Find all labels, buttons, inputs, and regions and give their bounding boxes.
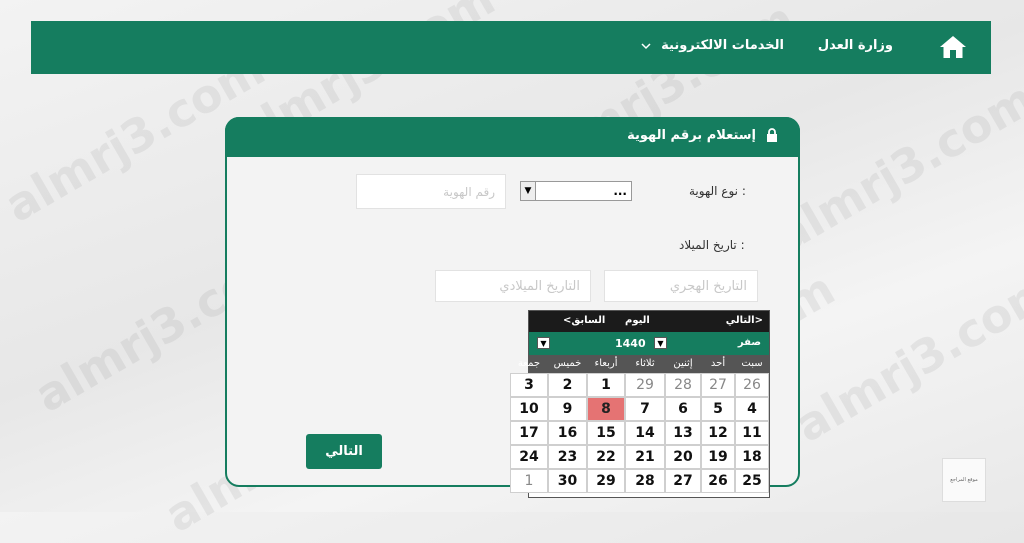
nav-link-ministry[interactable]: وزارة العدل: [818, 38, 893, 53]
calendar-day-cell[interactable]: 1: [510, 469, 548, 493]
calendar-day-cell[interactable]: 11: [735, 421, 769, 445]
calendar-day-cell[interactable]: 21: [625, 445, 665, 469]
weekday-header: سبت أحد إثنين ثلاثاء أربعاء خميس جمعة: [518, 355, 769, 373]
hijri-calendar-popup: التالي> اليوم <السابق ▼ صفر ▼ 1440 سبت أح…: [510, 310, 770, 498]
calendar-day-cell[interactable]: 30: [548, 469, 587, 493]
calendar-day-cell[interactable]: 5: [701, 397, 735, 421]
calendar-day-cell[interactable]: 17: [510, 421, 548, 445]
month-dropdown-arrow-icon[interactable]: ▼: [537, 337, 550, 349]
calendar-day-cell[interactable]: 10: [510, 397, 548, 421]
id-type-label: نوع الهوية :: [689, 184, 746, 198]
calendar-day-cell[interactable]: 16: [548, 421, 587, 445]
calendar-day-cell[interactable]: 19: [701, 445, 735, 469]
calendar-day-cell[interactable]: 28: [665, 373, 701, 397]
id-number-input[interactable]: رقم الهوية: [356, 174, 506, 209]
calendar-day-cell[interactable]: 13: [665, 421, 701, 445]
year-select[interactable]: 1440: [615, 337, 646, 350]
dropdown-arrow-icon[interactable]: ▼: [521, 182, 536, 200]
card-title: إستعلام برقم الهوية: [627, 128, 756, 143]
calendar-day-cell[interactable]: 27: [665, 469, 701, 493]
calendar-day-cell[interactable]: 22: [587, 445, 625, 469]
weekday-label: أحد: [710, 358, 726, 369]
calendar-day-cell[interactable]: 20: [665, 445, 701, 469]
calendar-day-cell[interactable]: 12: [701, 421, 735, 445]
home-icon[interactable]: [939, 34, 967, 60]
weekday-label: إثنين: [673, 358, 693, 369]
page: almrj3.com almrj3.com almrj3.com almrj3.…: [0, 0, 1024, 543]
nav-menu-e-services[interactable]: الخدمات الالكترونية: [661, 38, 784, 53]
calendar-day-cell[interactable]: 9: [548, 397, 587, 421]
calendar-next-link[interactable]: التالي>: [726, 315, 763, 326]
id-type-value: ...: [613, 184, 627, 198]
id-type-select[interactable]: ▼ ...: [520, 181, 632, 201]
weekday-label: أربعاء: [594, 358, 618, 369]
watermark: almrj3.com: [765, 71, 1024, 263]
calendar-day-cell[interactable]: 29: [625, 373, 665, 397]
calendar-day-cell[interactable]: 27: [701, 373, 735, 397]
calendar-day-cell[interactable]: 6: [665, 397, 701, 421]
calendar-day-cell[interactable]: 2: [548, 373, 587, 397]
lock-icon: [767, 128, 777, 142]
month-select[interactable]: صفر: [738, 337, 761, 348]
calendar-day-cell[interactable]: 7: [625, 397, 665, 421]
hijri-date-input[interactable]: التاريخ الهجري: [604, 270, 758, 302]
gregorian-date-input[interactable]: التاريخ الميلادي: [435, 270, 591, 302]
calendar-day-cell[interactable]: 26: [701, 469, 735, 493]
calendar-day-cell[interactable]: 23: [548, 445, 587, 469]
site-thumbnail: موقع المراجع: [942, 458, 986, 502]
weekday-label: جمعة: [517, 358, 541, 369]
watermark: almrj3.com: [785, 261, 1024, 453]
chevron-down-icon[interactable]: [641, 41, 651, 51]
card-header: إستعلام برقم الهوية: [225, 117, 800, 157]
calendar-day-cell[interactable]: 14: [625, 421, 665, 445]
calendar-day-cell[interactable]: 28: [625, 469, 665, 493]
weekday-label: ثلاثاء: [635, 358, 655, 369]
year-dropdown-arrow-icon[interactable]: ▼: [654, 337, 667, 349]
calendar-day-cell[interactable]: 1: [587, 373, 625, 397]
calendar-today-link[interactable]: اليوم: [625, 315, 650, 326]
calendar-prev-link[interactable]: <السابق: [563, 315, 605, 326]
calendar-selectors: ▼ صفر ▼ 1440: [529, 332, 769, 355]
calendar-day-cell[interactable]: 4: [735, 397, 769, 421]
top-navigation-bar: وزارة العدل الخدمات الالكترونية: [31, 21, 991, 74]
calendar-day-cell[interactable]: 8: [587, 397, 625, 421]
next-button[interactable]: التالي: [306, 434, 382, 469]
calendar-day-cell[interactable]: 25: [735, 469, 769, 493]
calendar-day-cell[interactable]: 29: [587, 469, 625, 493]
calendar-day-cell[interactable]: 15: [587, 421, 625, 445]
weekday-label: سبت: [741, 358, 763, 369]
calendar-toolbar: التالي> اليوم <السابق: [529, 311, 769, 332]
calendar-day-cell[interactable]: 26: [735, 373, 769, 397]
calendar-day-cell[interactable]: 18: [735, 445, 769, 469]
weekday-label: خميس: [553, 358, 582, 369]
birth-date-label: تاريخ الميلاد :: [679, 238, 745, 252]
calendar-day-cell[interactable]: 3: [510, 373, 548, 397]
calendar-day-cell[interactable]: 24: [510, 445, 548, 469]
